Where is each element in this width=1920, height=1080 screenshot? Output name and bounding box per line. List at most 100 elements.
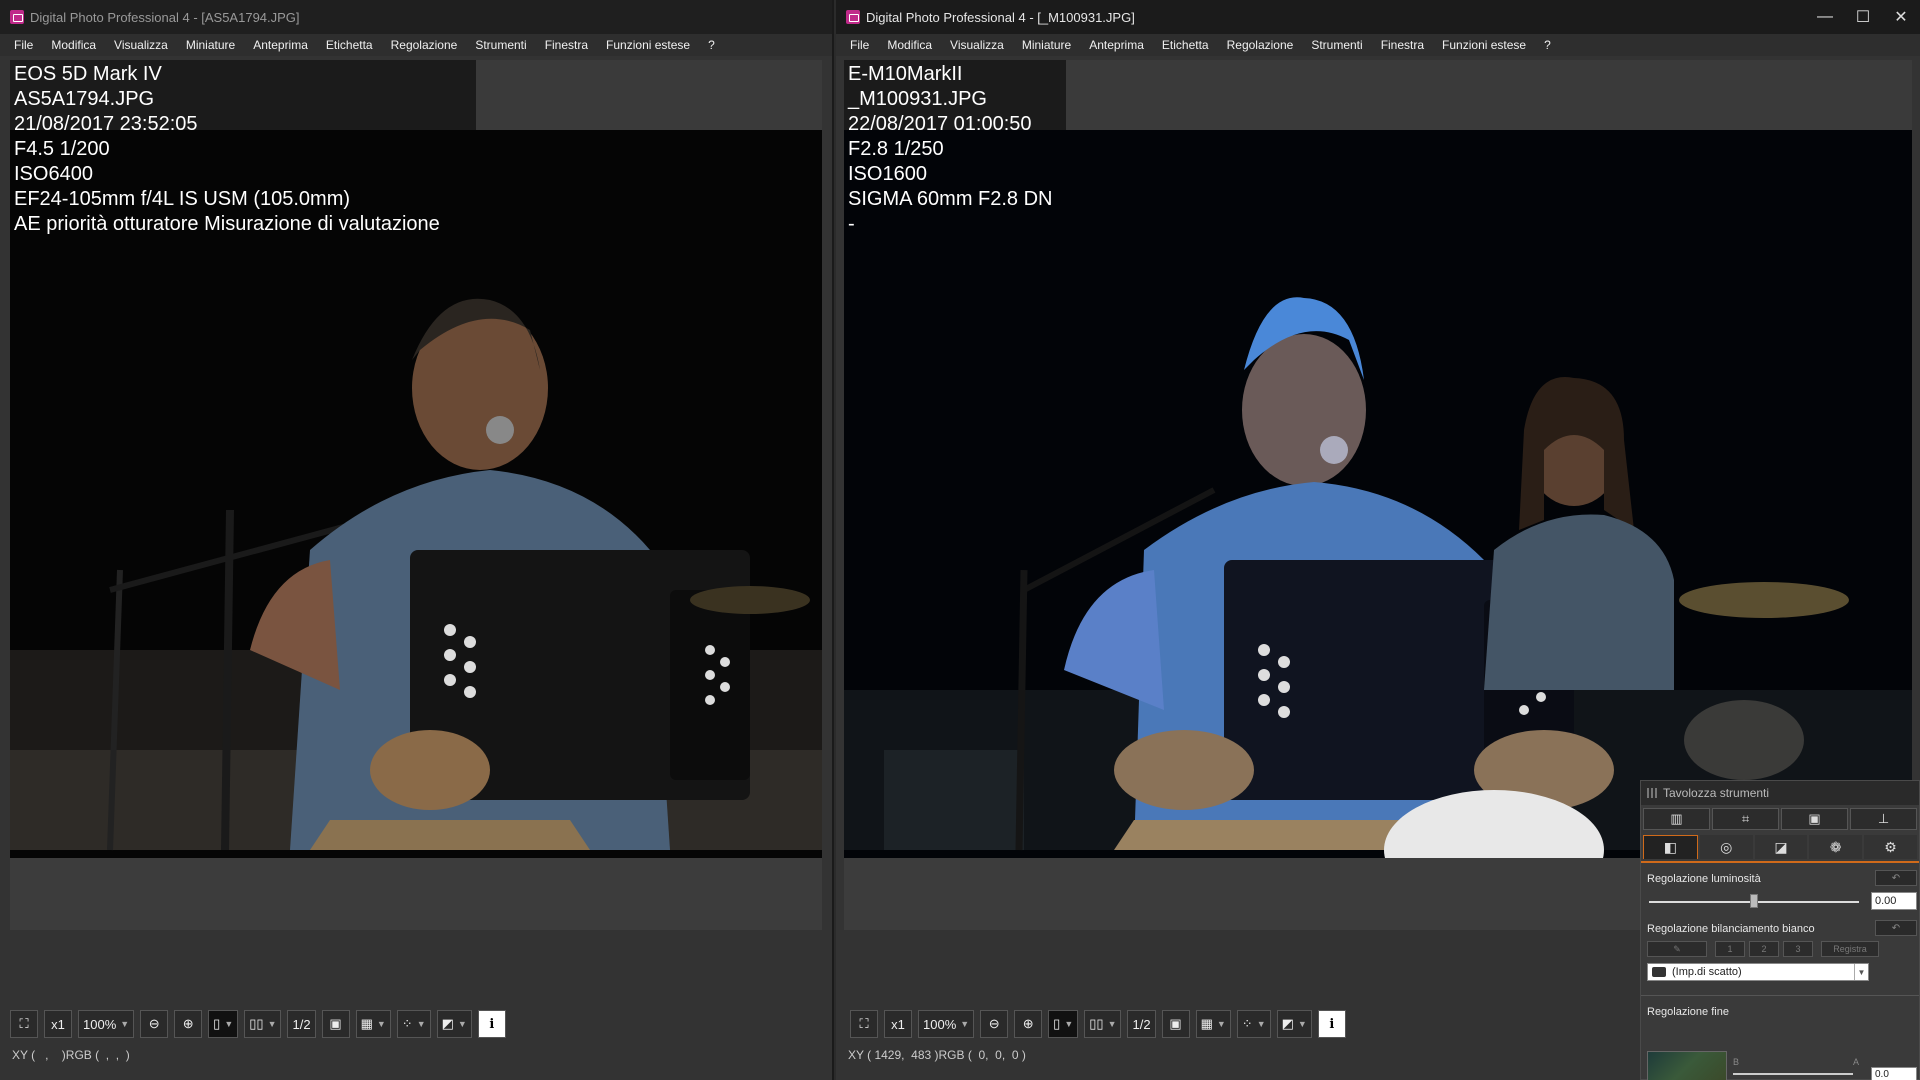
grid-button[interactable]: ▦ ▼ [355, 1010, 391, 1038]
wb-preset-1[interactable]: 1 [1715, 941, 1745, 957]
single-view-button[interactable]: ▯ ▼ [208, 1010, 239, 1038]
menu-strumenti[interactable]: Strumenti [1311, 38, 1362, 52]
highlight-warning-button[interactable]: ◩ ▼ [436, 1010, 472, 1038]
info-aperture-shutter: F2.8 1/250 [848, 138, 944, 160]
brightness-reset-button[interactable]: ↶ [1875, 870, 1917, 886]
left-titlebar[interactable]: Digital Photo Professional 4 - [AS5A1794… [0, 0, 832, 34]
fine-adjust-slider[interactable] [1733, 1073, 1853, 1075]
menu-modifica[interactable]: Modifica [51, 38, 96, 52]
minimize-button[interactable]: — [1806, 0, 1844, 34]
compare-view-icon: ▯▯ [249, 1016, 264, 1031]
photo-accordion-player [10, 130, 822, 930]
fine-adjust-value-field[interactable]: 0.0 [1871, 1067, 1917, 1080]
wb-register-button[interactable]: Registra [1821, 941, 1879, 957]
fine-a-label: A [1853, 1057, 1860, 1067]
compare-view-button[interactable]: ▯▯ ▼ [244, 1010, 282, 1038]
menu-funzioni-estese[interactable]: Funzioni estese [606, 38, 690, 52]
wb-eyedropper-button[interactable]: ✎ [1647, 941, 1707, 957]
zoom-x1-button[interactable]: x1 [884, 1010, 912, 1038]
grid-icon: ▦ [360, 1016, 373, 1031]
menu-anteprima[interactable]: Anteprima [1089, 38, 1144, 52]
menu-etichetta[interactable]: Etichetta [1162, 38, 1209, 52]
zoom-level-select[interactable]: 100% ▼ [918, 1010, 975, 1038]
right-titlebar[interactable]: Digital Photo Professional 4 - [_M100931… [836, 0, 1920, 34]
chevron-down-icon: ▼ [1297, 1019, 1307, 1029]
tab-settings[interactable]: ⚙ [1864, 835, 1917, 859]
menu-visualizza[interactable]: Visualizza [114, 38, 168, 52]
tab-basic[interactable]: ◧ [1643, 835, 1698, 859]
zoom-out-button[interactable]: ⊖ [980, 1010, 1009, 1038]
menu-regolazione[interactable]: Regolazione [1227, 38, 1294, 52]
zoom-out-button[interactable]: ⊖ [140, 1010, 169, 1038]
fit-window-button[interactable]: ⛶ [10, 1010, 38, 1038]
close-button[interactable]: ✕ [1882, 0, 1920, 34]
crop-tool-button[interactable]: ⌗ [1712, 808, 1779, 830]
zoom-in-button[interactable]: ⊕ [1014, 1010, 1043, 1038]
zoom-level-select[interactable]: 100% ▼ [78, 1010, 135, 1038]
info-filename: _M100931.JPG [848, 88, 987, 110]
fine-adjust-color-box[interactable] [1647, 1051, 1727, 1080]
brightness-slider-thumb[interactable] [1750, 894, 1758, 908]
info-icon: i [489, 1016, 495, 1032]
menu-visualizza[interactable]: Visualizza [950, 38, 1004, 52]
page-view-button[interactable]: 1/2 [1127, 1010, 1156, 1038]
lock-icon: ▣ [329, 1016, 342, 1031]
left-window: Digital Photo Professional 4 - [AS5A1794… [0, 0, 834, 1080]
info-lens: SIGMA 60mm F2.8 DN [848, 188, 1053, 210]
palette-title[interactable]: Tavolozza strumenti [1641, 781, 1919, 805]
tab-curve[interactable]: ◪ [1754, 835, 1808, 859]
stamp-tool-button[interactable]: ▥ [1643, 808, 1710, 830]
menu-finestra[interactable]: Finestra [1381, 38, 1424, 52]
af-point-icon: ⁘ [1241, 1016, 1253, 1031]
single-view-button[interactable]: ▯ ▼ [1048, 1010, 1079, 1038]
fit-window-button[interactable]: ⛶ [850, 1010, 878, 1038]
menu-miniature[interactable]: Miniature [1022, 38, 1071, 52]
left-image-viewer[interactable]: EOS 5D Mark IV AS5A1794.JPG 21/08/2017 23:… [10, 60, 822, 930]
info-display-button[interactable]: i [477, 1010, 506, 1038]
dust-tool-button[interactable]: ▣ [1781, 808, 1848, 830]
menu-strumenti[interactable]: Strumenti [475, 38, 526, 52]
info-display-button[interactable]: i [1317, 1010, 1346, 1038]
zoom-x1-button[interactable]: x1 [44, 1010, 72, 1038]
info-datetime: 21/08/2017 23:52:05 [14, 113, 198, 135]
menu-finestra[interactable]: Finestra [545, 38, 588, 52]
info-camera: EOS 5D Mark IV [14, 63, 162, 85]
menu-funzioni-estese[interactable]: Funzioni estese [1442, 38, 1526, 52]
fit-window-icon: ⛶ [19, 1016, 29, 1031]
lock-view-button[interactable]: ▣ [1161, 1010, 1190, 1038]
tab-tone[interactable]: ◎ [1699, 835, 1753, 859]
right-menubar: File Modifica Visualizza Miniature Antep… [836, 34, 1920, 56]
info-iso: ISO6400 [14, 163, 93, 185]
menu-help[interactable]: ? [1544, 38, 1551, 52]
zoom-out-icon: ⊖ [148, 1016, 160, 1031]
af-point-icon: ⁘ [401, 1016, 413, 1031]
menu-file[interactable]: File [14, 38, 33, 52]
menu-regolazione[interactable]: Regolazione [391, 38, 458, 52]
menu-help[interactable]: ? [708, 38, 715, 52]
wb-select[interactable]: (Imp.di scatto) ▼ [1647, 963, 1869, 981]
wb-reset-button[interactable]: ↶ [1875, 920, 1917, 936]
palette-tool-row: ▥ ⌗ ▣ ⊥ [1641, 805, 1919, 833]
af-point-button[interactable]: ⁘ ▼ [396, 1010, 431, 1038]
image-icon: ▣ [1808, 811, 1821, 826]
compare-view-button[interactable]: ▯▯ ▼ [1084, 1010, 1122, 1038]
zoom-in-button[interactable]: ⊕ [174, 1010, 203, 1038]
menu-modifica[interactable]: Modifica [887, 38, 932, 52]
menu-file[interactable]: File [850, 38, 869, 52]
maximize-button[interactable]: ☐ [1844, 0, 1882, 34]
wb-preset-3[interactable]: 3 [1783, 941, 1813, 957]
brightness-value-field[interactable]: 0.00 [1871, 892, 1917, 910]
fine-adjust-label: Regolazione fine [1647, 1006, 1729, 1018]
lock-view-button[interactable]: ▣ [321, 1010, 350, 1038]
window-controls: — ☐ ✕ [1806, 0, 1920, 34]
wb-preset-2[interactable]: 2 [1749, 941, 1779, 957]
af-point-button[interactable]: ⁘ ▼ [1236, 1010, 1271, 1038]
menu-miniature[interactable]: Miniature [186, 38, 235, 52]
highlight-warning-button[interactable]: ◩ ▼ [1276, 1010, 1312, 1038]
grid-button[interactable]: ▦ ▼ [1195, 1010, 1231, 1038]
page-view-button[interactable]: 1/2 [287, 1010, 316, 1038]
copy-stamp-button[interactable]: ⊥ [1850, 808, 1917, 830]
tab-color[interactable]: ❁ [1809, 835, 1863, 859]
menu-anteprima[interactable]: Anteprima [253, 38, 308, 52]
menu-etichetta[interactable]: Etichetta [326, 38, 373, 52]
